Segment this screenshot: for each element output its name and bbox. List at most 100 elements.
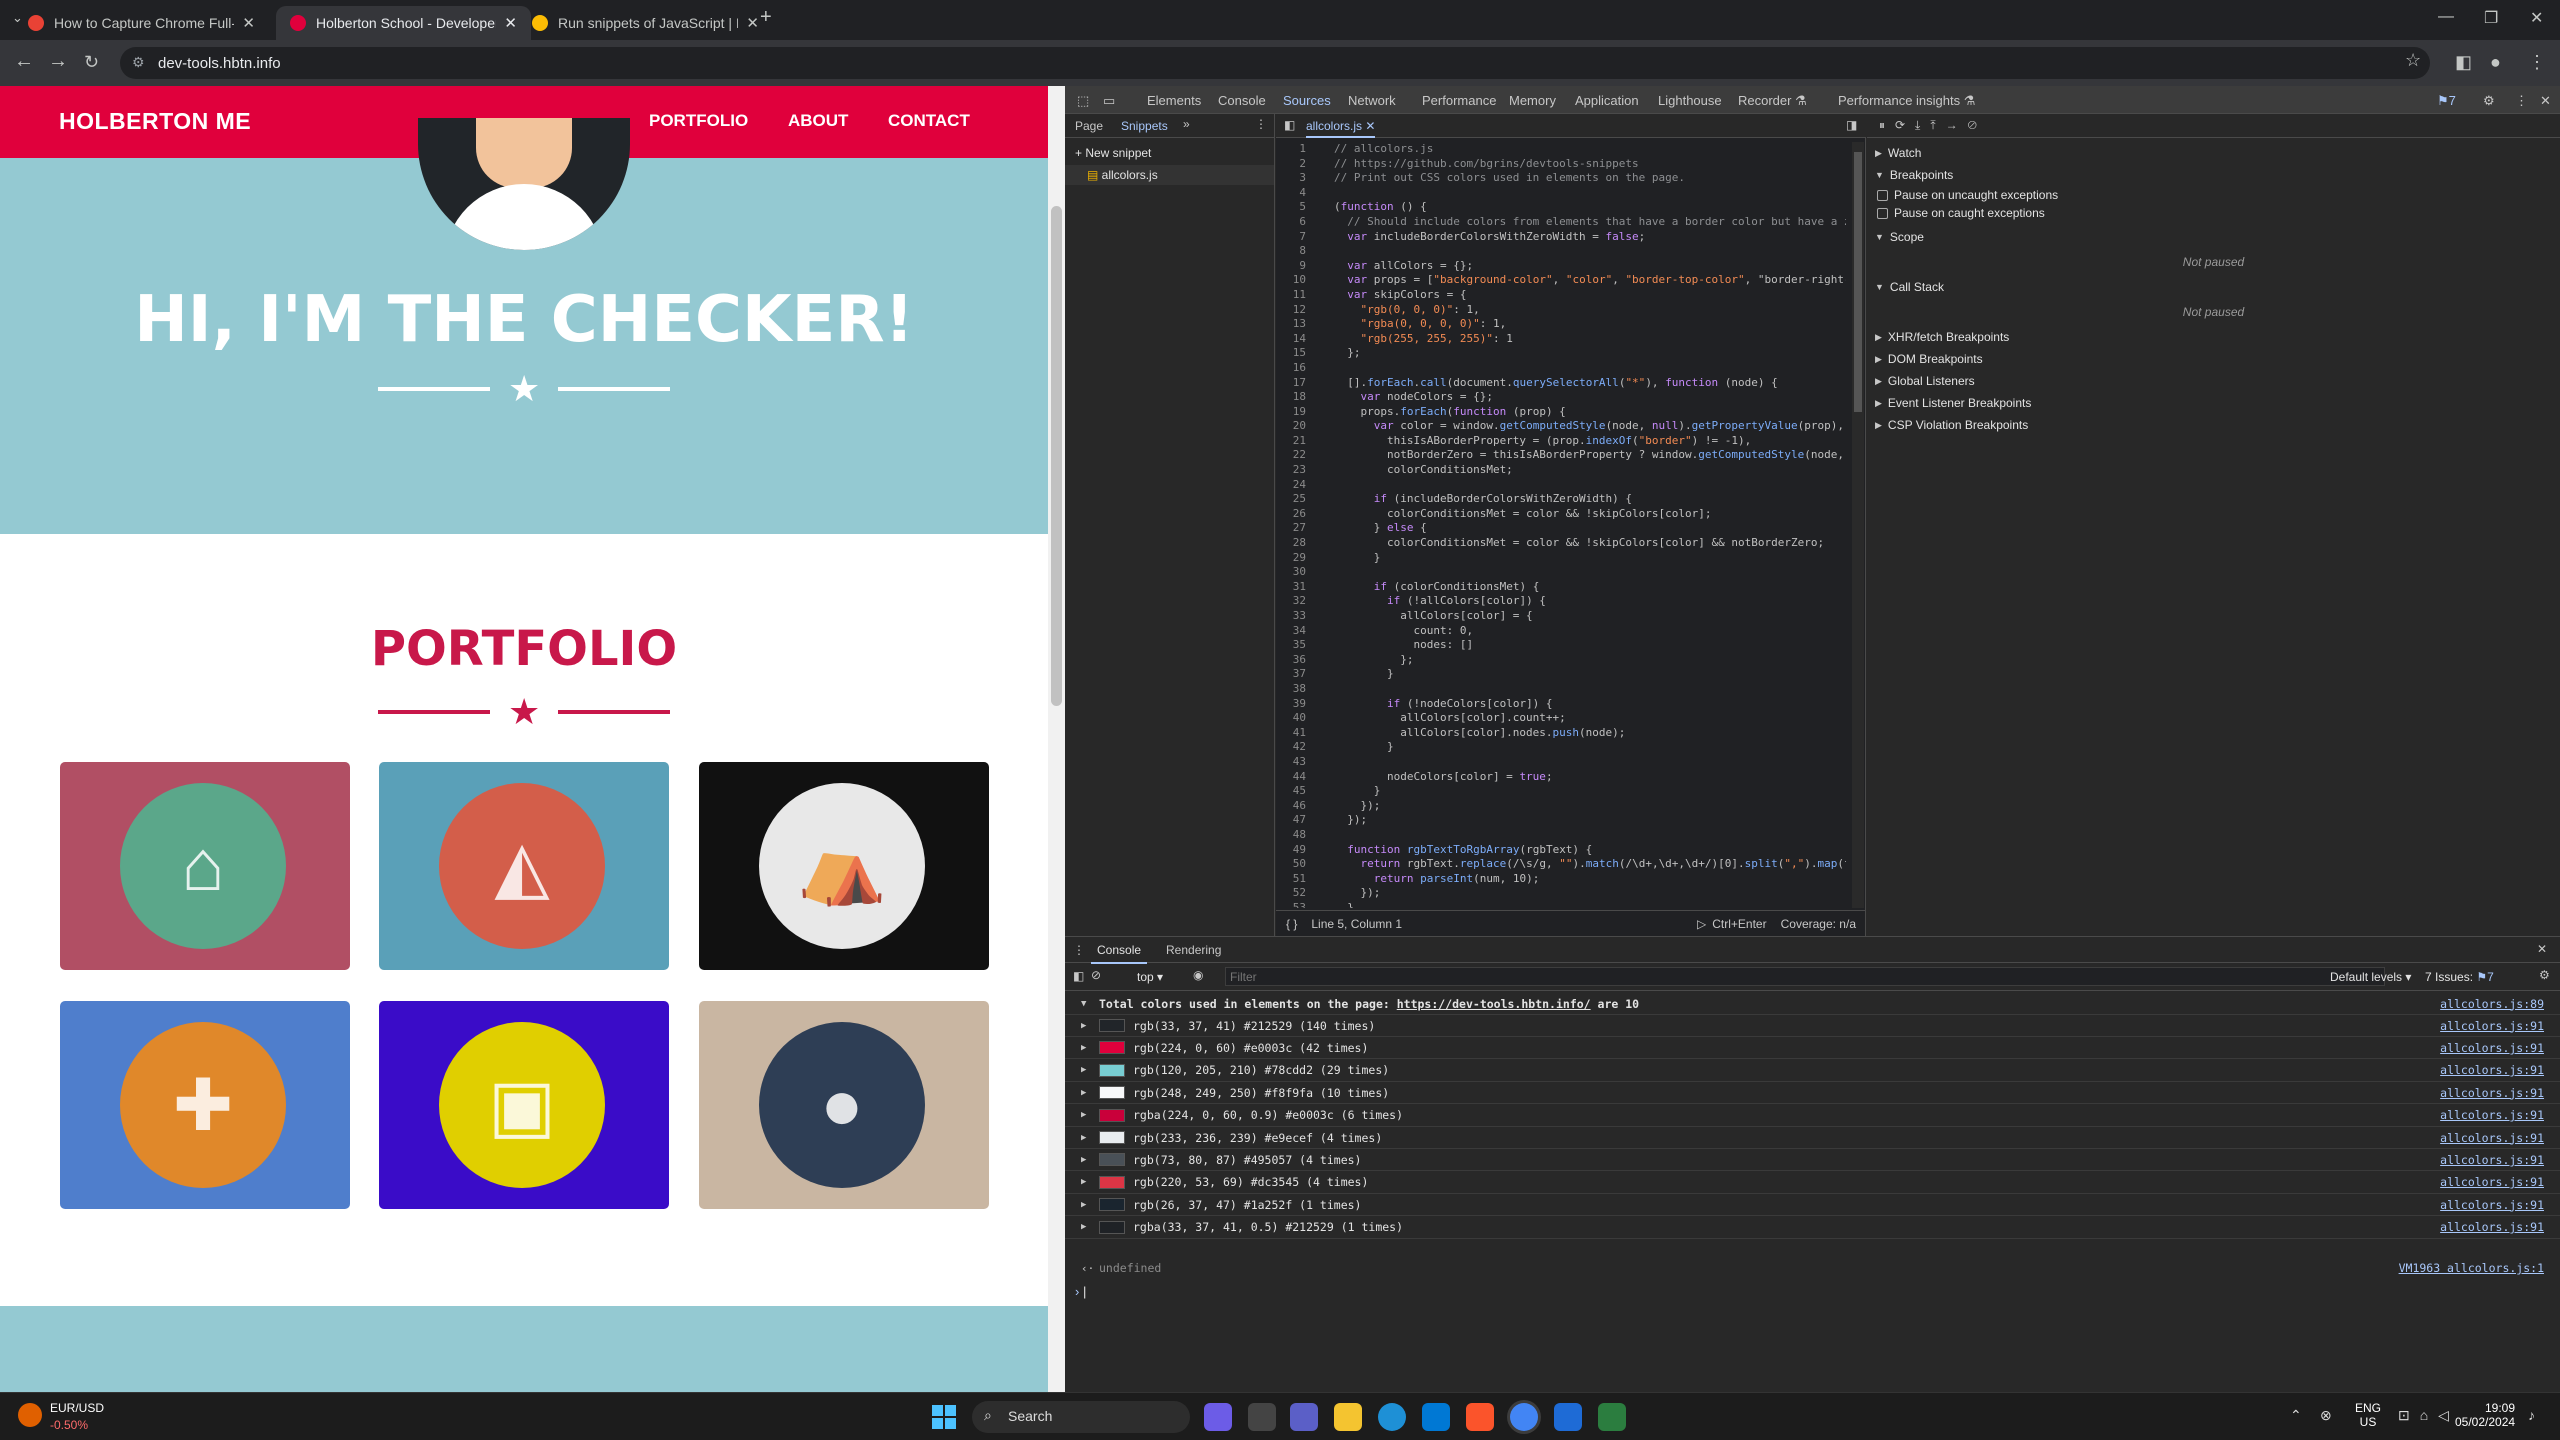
console-color-row[interactable]: ▶ rgb(120, 205, 210) #78cdd2 (29 times) al… xyxy=(1065,1060,2560,1082)
vm-source-link[interactable]: VM1963 allcolors.js:1 xyxy=(2399,1261,2544,1275)
tab-rendering[interactable]: Rendering xyxy=(1166,943,1221,957)
code-line[interactable]: 7 var includeBorderColorsWithZeroWidth =… xyxy=(1276,230,1846,245)
device-toolbar-icon[interactable]: ▭ xyxy=(1103,93,1115,109)
nav-portfolio[interactable]: PORTFOLIO xyxy=(649,111,748,131)
portfolio-card-safe[interactable]: ▣ xyxy=(379,1001,669,1209)
console-prompt[interactable]: › | xyxy=(1075,1284,1086,1299)
run-snippet-icon[interactable]: ▷ xyxy=(1697,917,1706,931)
pretty-print-icon[interactable]: { } xyxy=(1286,917,1297,931)
code-line[interactable]: 47 }); xyxy=(1276,813,1846,828)
expand-icon[interactable]: ▶ xyxy=(1081,1043,1086,1053)
code-line[interactable]: 28 colorConditionsMet = color && !skipCo… xyxy=(1276,536,1846,551)
code-line[interactable]: 35 nodes: [] xyxy=(1276,638,1846,653)
code-line[interactable]: 20 var color = window.getComputedStyle(n… xyxy=(1276,419,1846,434)
toggle-debugger-icon[interactable]: ◨ xyxy=(1846,118,1857,132)
source-link[interactable]: allcolors.js:91 xyxy=(2440,1131,2544,1145)
console-color-row[interactable]: ▶ rgb(224, 0, 60) #e0003c (42 times) allco… xyxy=(1065,1037,2560,1060)
menu-icon[interactable]: ⋮ xyxy=(2528,52,2546,73)
calculator-icon[interactable] xyxy=(1598,1403,1626,1431)
source-link[interactable]: allcolors.js:91 xyxy=(2440,1086,2544,1100)
close-window-button[interactable]: ✕ xyxy=(2530,8,2543,28)
maximize-button[interactable]: ❐ xyxy=(2484,8,2498,28)
code-line[interactable]: 9 var allColors = {}; xyxy=(1276,259,1846,274)
code-line[interactable]: 50 return rgbText.replace(/\s/g, "").mat… xyxy=(1276,857,1846,872)
start-button[interactable] xyxy=(932,1405,956,1429)
code-line[interactable]: 1// allcolors.js xyxy=(1276,142,1846,157)
source-link[interactable]: allcolors.js:91 xyxy=(2440,1220,2544,1234)
app-icon[interactable] xyxy=(1554,1403,1582,1431)
code-line[interactable]: 15 }; xyxy=(1276,346,1846,361)
back-button[interactable]: ← xyxy=(14,50,34,73)
code-line[interactable]: 42 } xyxy=(1276,740,1846,755)
expand-icon[interactable]: ▶ xyxy=(1081,1133,1086,1143)
pause-caught-checkbox[interactable]: Pause on caught exceptions xyxy=(1867,204,2560,222)
source-link[interactable]: allcolors.js:91 xyxy=(2440,1198,2544,1212)
code-line[interactable]: 21 thisIsABorderProperty = (prop.indexOf… xyxy=(1276,434,1846,449)
section-xhr-fetch-breakpoints[interactable]: ▶ XHR/fetch Breakpoints xyxy=(1867,326,2560,348)
code-line[interactable]: 13 "rgba(0, 0, 0, 0)": 1, xyxy=(1276,317,1846,332)
code-line[interactable]: 6 // Should include colors from elements… xyxy=(1276,215,1846,230)
edge-icon[interactable] xyxy=(1378,1403,1406,1431)
copilot-icon[interactable] xyxy=(1204,1403,1232,1431)
brave-icon[interactable] xyxy=(1466,1403,1494,1431)
code-line[interactable]: 29 } xyxy=(1276,551,1846,566)
issues-counter[interactable]: 7 Issues: ⚑7 xyxy=(2425,970,2494,984)
live-expression-icon[interactable]: ◉ xyxy=(1193,968,1203,982)
tab-console[interactable]: Console xyxy=(1091,943,1148,964)
pause-uncaught-checkbox[interactable]: Pause on uncaught exceptions xyxy=(1867,186,2560,204)
console-color-row[interactable]: ▶ rgba(224, 0, 60, 0.9) #e0003c (6 times)… xyxy=(1065,1105,2560,1127)
console-color-row[interactable]: ▶ rgb(26, 37, 47) #1a252f (1 times) allcol… xyxy=(1065,1194,2560,1217)
console-summary-row[interactable]: ▼ Total colors used in elements on the p… xyxy=(1065,993,2560,1015)
code-line[interactable]: 24 xyxy=(1276,478,1846,493)
close-tab-icon[interactable]: ✕ xyxy=(746,14,759,32)
console-sidebar-icon[interactable]: ◧ xyxy=(1073,969,1084,983)
notifications-icon[interactable]: ♪ xyxy=(2528,1407,2535,1423)
panel-tab-lighthouse[interactable]: Lighthouse xyxy=(1658,93,1722,108)
expand-icon[interactable]: ▶ xyxy=(1081,1177,1086,1187)
site-logo[interactable]: HOLBERTON ME xyxy=(59,108,251,135)
expand-icon[interactable]: ▶ xyxy=(1081,1088,1086,1098)
code-line[interactable]: 14 "rgb(255, 255, 255)": 1 xyxy=(1276,332,1846,347)
context-selector[interactable]: top ▾ xyxy=(1137,970,1163,984)
code-lines[interactable]: 1// allcolors.js 2// https://github.com/b… xyxy=(1276,142,1846,908)
section-dom-breakpoints[interactable]: ▶ DOM Breakpoints xyxy=(1867,348,2560,370)
clear-console-icon[interactable]: ⊘ xyxy=(1091,968,1101,982)
editor-tab[interactable]: allcolors.js ✕ xyxy=(1306,119,1376,138)
code-line[interactable]: 49 function rgbTextToRgbArray(rgbText) { xyxy=(1276,843,1846,858)
expand-icon[interactable]: ▶ xyxy=(1081,1065,1086,1075)
summary-url-link[interactable]: https://dev-tools.hbtn.info/ xyxy=(1397,997,1591,1011)
panel-tab-performance-insights[interactable]: Performance insights ⚗ xyxy=(1838,93,1975,109)
code-line[interactable]: 19 props.forEach(function (prop) { xyxy=(1276,405,1846,420)
panel-tab-sources[interactable]: Sources xyxy=(1283,93,1331,116)
console-color-row[interactable]: ▶ rgb(33, 37, 41) #212529 (140 times) allc… xyxy=(1065,1015,2560,1037)
nav-about[interactable]: ABOUT xyxy=(788,111,848,131)
source-link[interactable]: allcolors.js:91 xyxy=(2440,1019,2544,1033)
code-line[interactable]: 37 } xyxy=(1276,667,1846,682)
section-csp-violation-breakpoints[interactable]: ▶ CSP Violation Breakpoints xyxy=(1867,414,2560,436)
expand-icon[interactable]: ▶ xyxy=(1081,1222,1086,1232)
panel-tab-memory[interactable]: Memory xyxy=(1509,93,1556,108)
close-drawer-icon[interactable]: ✕ xyxy=(2537,942,2547,956)
section-event-listener-breakpoints[interactable]: ▶ Event Listener Breakpoints xyxy=(1867,392,2560,414)
code-line[interactable]: 27 } else { xyxy=(1276,521,1846,536)
snippet-file-item[interactable]: ▤ allcolors.js xyxy=(1065,165,1274,185)
console-filter-input[interactable] xyxy=(1225,967,2385,986)
page-scrollbar[interactable] xyxy=(1048,86,1065,1392)
code-line[interactable]: 30 xyxy=(1276,565,1846,580)
navigator-menu-icon[interactable]: ⋮ xyxy=(1255,117,1267,131)
code-line[interactable]: 45 } xyxy=(1276,784,1846,799)
console-color-row[interactable]: ▶ rgba(33, 37, 41, 0.5) #212529 (1 times)… xyxy=(1065,1217,2560,1239)
source-link[interactable]: allcolors.js:91 xyxy=(2440,1041,2544,1055)
code-line[interactable]: 23 colorConditionsMet; xyxy=(1276,463,1846,478)
section-call-stack[interactable]: ▼ Call Stack xyxy=(1867,276,2560,298)
code-line[interactable]: 8 xyxy=(1276,244,1846,259)
expand-icon[interactable]: ▶ xyxy=(1081,1021,1086,1031)
panel-tab-network[interactable]: Network xyxy=(1348,93,1396,108)
code-line[interactable]: 33 allColors[color] = { xyxy=(1276,609,1846,624)
console-color-row[interactable]: ▶ rgb(220, 53, 69) #dc3545 (4 times) allco… xyxy=(1065,1172,2560,1194)
code-line[interactable]: 32 if (!allColors[color]) { xyxy=(1276,594,1846,609)
browser-tab[interactable]: How to Capture Chrome Full-P ✕ xyxy=(14,6,269,40)
ticker-label[interactable]: EUR/USD xyxy=(50,1401,104,1415)
issues-badge[interactable]: ⚑7 xyxy=(2437,93,2456,109)
code-line[interactable]: 53 } xyxy=(1276,901,1846,908)
